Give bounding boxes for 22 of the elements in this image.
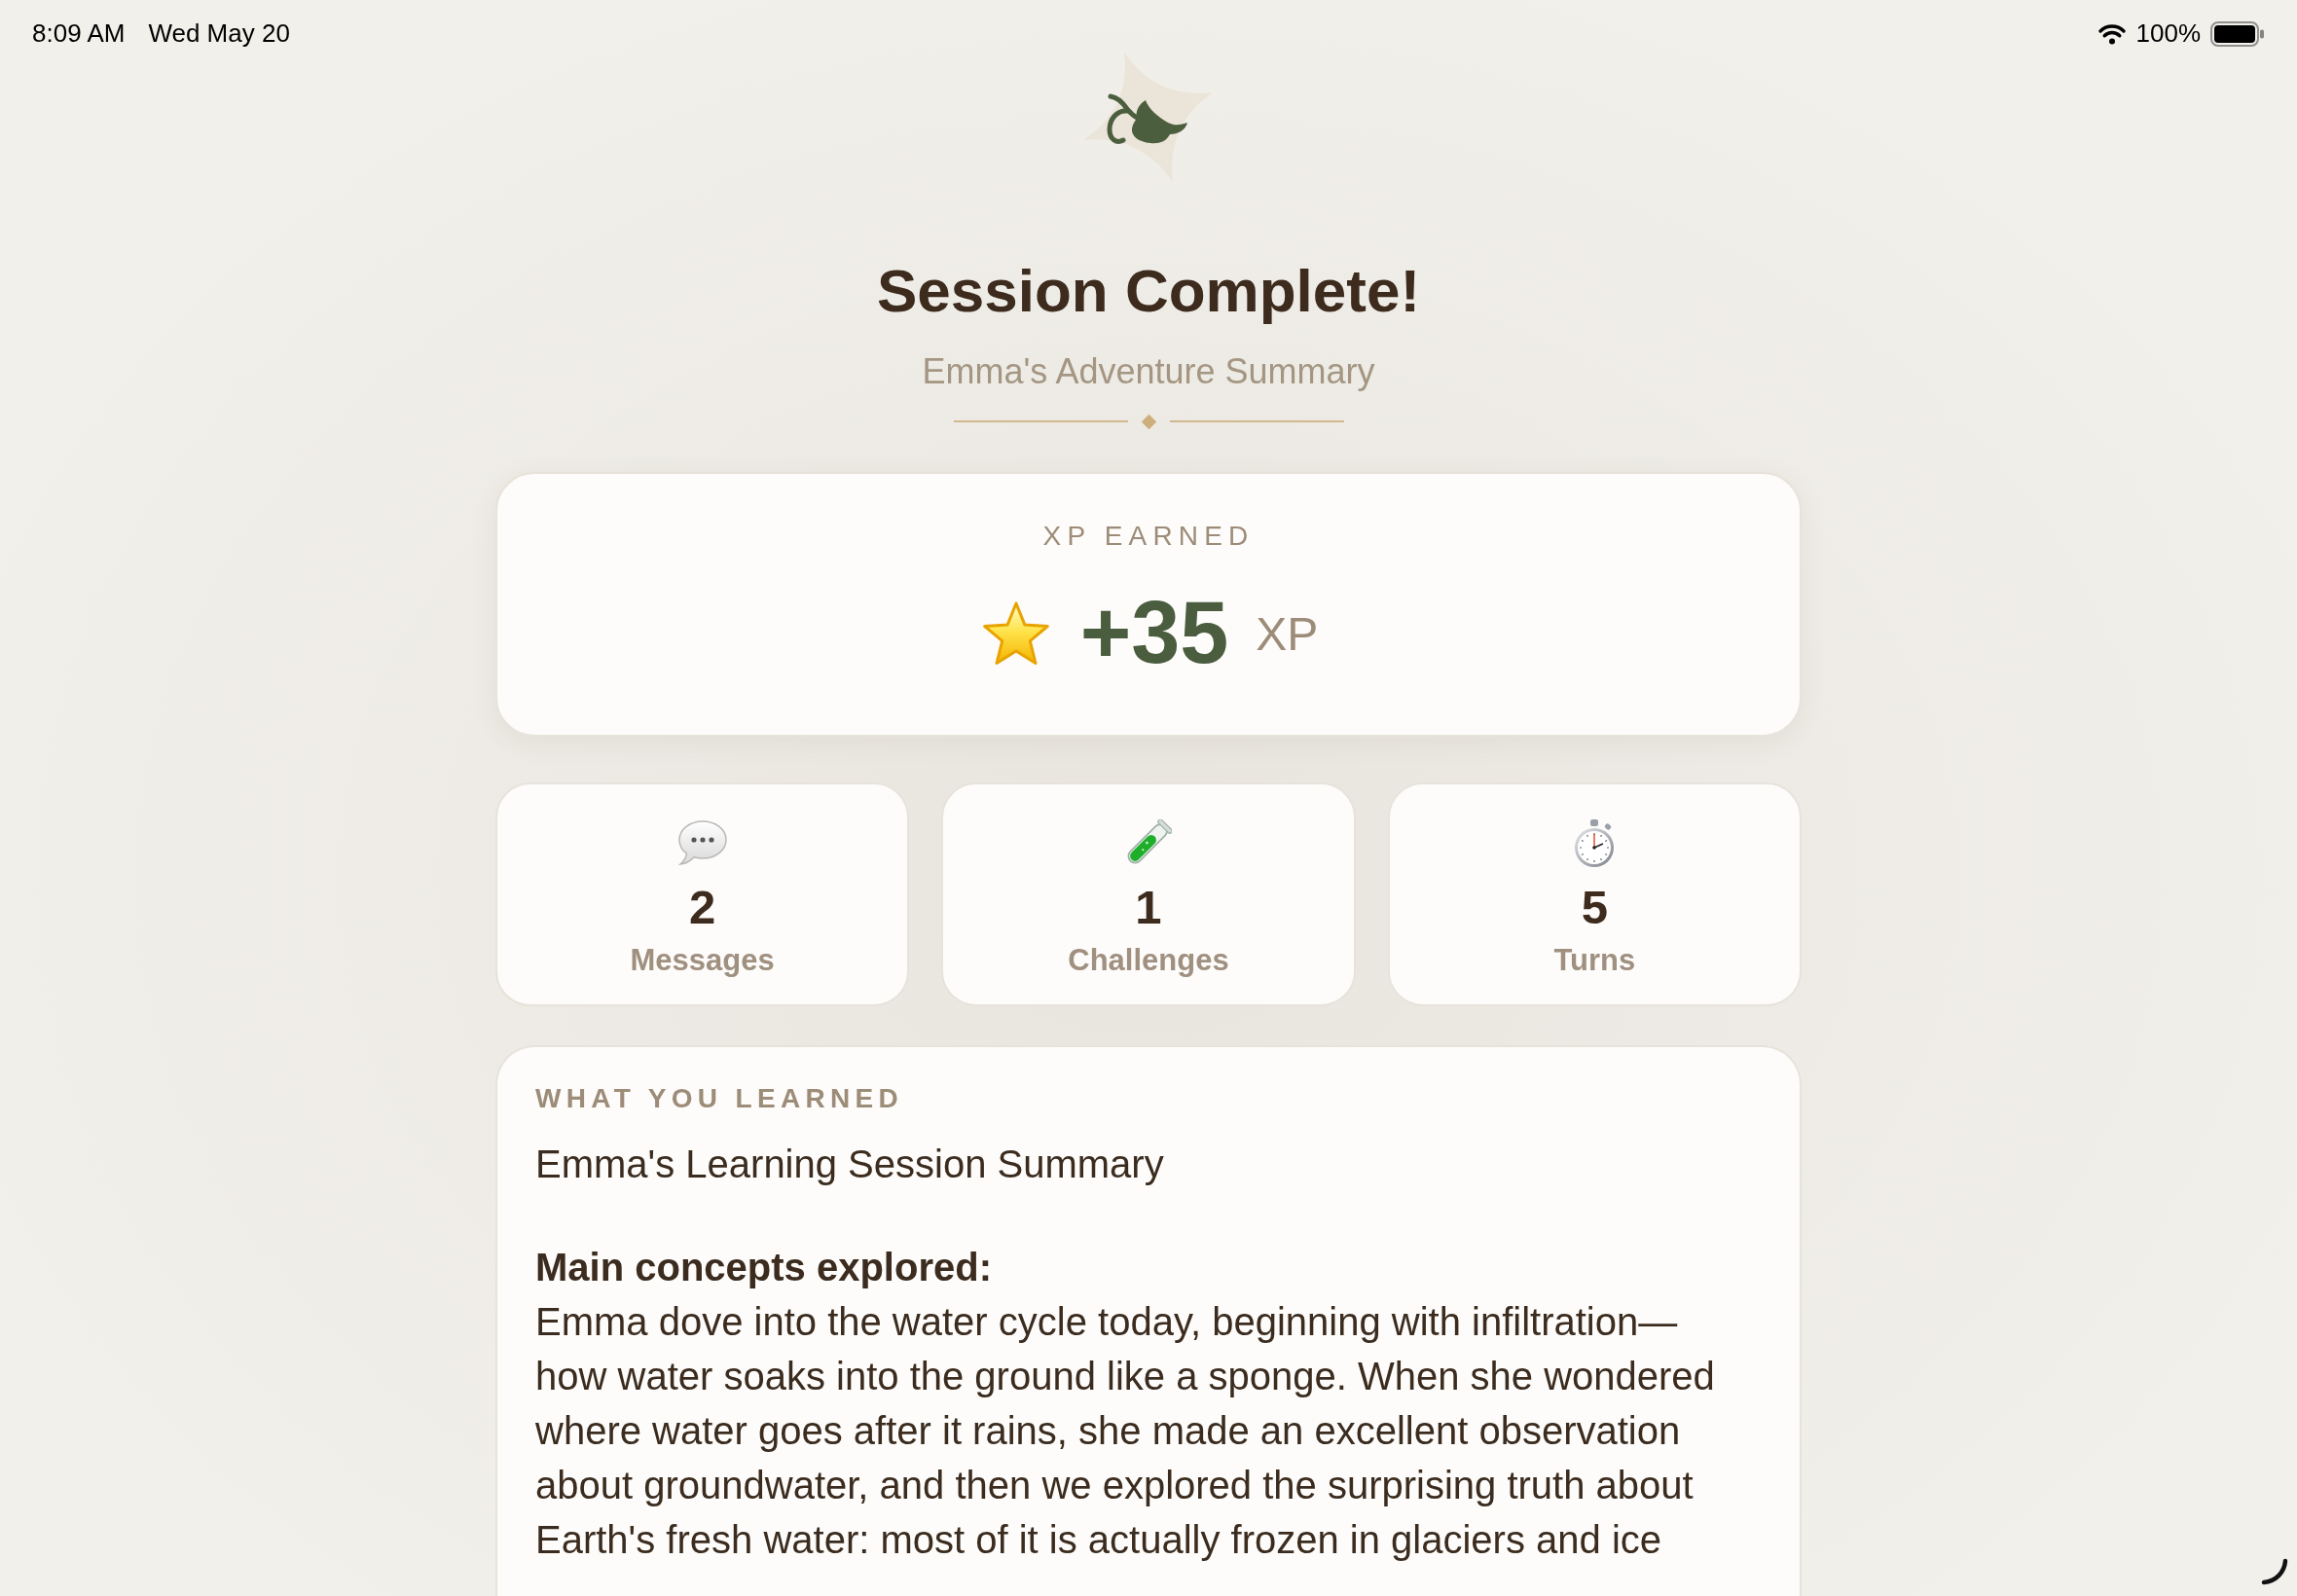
xp-unit: XP bbox=[1256, 606, 1319, 662]
xp-label: XP EARNED bbox=[1042, 519, 1255, 553]
summary-title: Emma's Learning Session Summary bbox=[535, 1141, 1164, 1187]
summary-text: Emma dove into the water cycle today, beginning with infiltration—how water soaks into the ground like a sponge. When she wondered where water goes after it rains, she made an excellent observation about groundwater, and then we explored the surprising truth about Earth's fresh water: most of it is actually frozen in glaciers and ice bbox=[535, 1298, 1716, 1563]
section-label: WHAT YOU LEARNED bbox=[535, 1081, 904, 1115]
wifi-icon bbox=[2096, 22, 2127, 45]
battery-icon bbox=[2210, 20, 2265, 47]
resize-handle-icon[interactable] bbox=[2260, 1557, 2289, 1586]
stat-value: 5 bbox=[1581, 879, 1608, 934]
status-time: 8:09 AM bbox=[32, 18, 126, 50]
stat-label: Challenges bbox=[1068, 941, 1229, 978]
page-subtitle: Emma's Adventure Summary bbox=[921, 350, 1376, 393]
section-heading: Main concepts explored: bbox=[535, 1244, 992, 1290]
stat-label: Turns bbox=[1553, 941, 1636, 978]
xp-amount: +35 bbox=[1079, 583, 1229, 681]
stat-value: 1 bbox=[1135, 879, 1162, 934]
stat-label: Messages bbox=[630, 941, 775, 978]
stat-value: 2 bbox=[689, 879, 716, 934]
speech-bubble-icon bbox=[676, 818, 728, 866]
battery-percent: 100% bbox=[2135, 18, 2201, 50]
status-date: Wed May 20 bbox=[148, 18, 290, 50]
page-title: Session Complete! bbox=[875, 256, 1422, 326]
